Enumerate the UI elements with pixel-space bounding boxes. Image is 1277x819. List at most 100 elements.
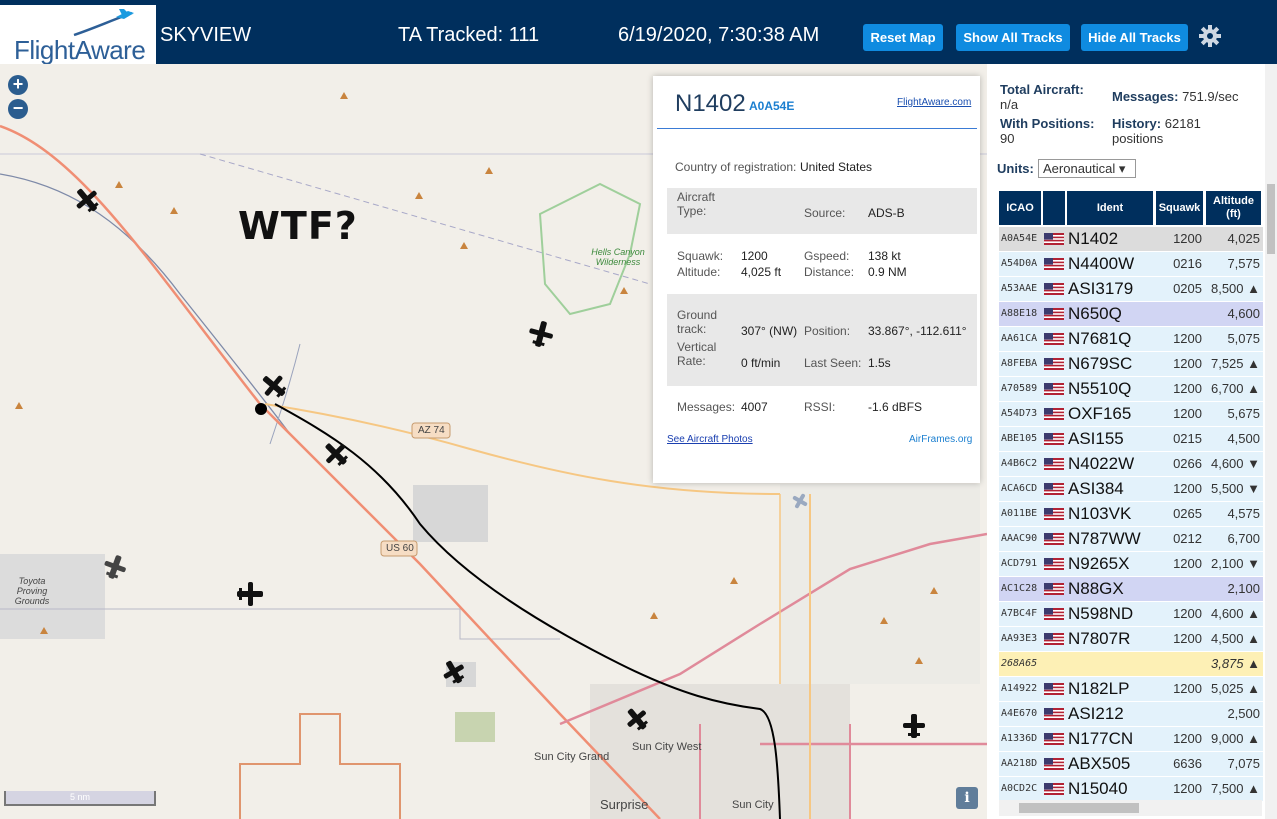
icao-cell: A011BE xyxy=(1001,508,1038,519)
aircraft-registration: N1402 xyxy=(675,90,746,117)
label-us60: US 60 xyxy=(386,543,414,554)
info-icon[interactable]: i xyxy=(956,787,978,809)
ident-cell: N4022W xyxy=(1068,454,1135,473)
icao-cell: A54D0A xyxy=(1001,258,1038,269)
table-row[interactable]: A54D73 OXF165 1200 5,675 xyxy=(999,402,1263,426)
messages-stat: Messages: 751.9/sec xyxy=(1112,89,1239,104)
icao-cell: ACD791 xyxy=(1001,558,1038,569)
altitude-cell: 7,075 xyxy=(1227,756,1260,771)
table-row[interactable]: ACD791 N9265X 1200 2,100 ▼ xyxy=(999,552,1263,576)
current-datetime: 6/19/2020, 7:30:38 AM xyxy=(618,24,820,46)
ident-cell: ASI155 xyxy=(1068,429,1124,448)
icao-cell: 268A65 xyxy=(1001,658,1038,669)
reset-map-button[interactable]: Reset Map xyxy=(863,24,943,51)
ident-cell: N787WW xyxy=(1068,529,1141,548)
altitude-cell: 7,575 xyxy=(1227,256,1260,271)
table-row[interactable]: A70589 N5510Q 1200 6,700 ▲ xyxy=(999,377,1263,401)
table-row[interactable]: A54D0A N4400W 0216 7,575 xyxy=(999,252,1263,276)
distance-value: 0.9 NM xyxy=(868,265,907,279)
table-row[interactable]: A0A54E N1402 1200 4,025 xyxy=(999,227,1263,251)
altitude-cell: 2,100 xyxy=(1227,581,1260,596)
us-flag-icon xyxy=(1044,433,1064,445)
table-row[interactable]: AA61CA N7681Q 1200 5,075 xyxy=(999,327,1263,351)
track-row: Ground track: 307° (NW) Position: 33.867… xyxy=(667,294,977,386)
squawk-cell: 0215 xyxy=(1173,431,1202,446)
table-row[interactable]: AA218D ABX505 6636 7,075 xyxy=(999,752,1263,776)
last-seen-value: 1.5s xyxy=(868,356,891,370)
messages-rate: 751.9/sec xyxy=(1182,89,1239,104)
table-row[interactable]: ACA6CD ASI384 1200 5,500 ▼ xyxy=(999,477,1263,501)
table-row[interactable]: 268A65 3,875 ▲ xyxy=(999,652,1263,676)
altitude-cell: 4,500 xyxy=(1227,431,1260,446)
squawk-cell: 1200 xyxy=(1173,731,1202,746)
squawk-cell: 1200 xyxy=(1173,381,1202,396)
table-row[interactable]: A4B6C2 N4022W 0266 4,600 ▼ xyxy=(999,452,1263,476)
history-stat: History: 62181 xyxy=(1112,116,1201,131)
col-flag xyxy=(1043,191,1065,225)
col-icao[interactable]: ICAO xyxy=(999,191,1041,225)
aircraft-photos-link[interactable]: See Aircraft Photos xyxy=(667,434,753,445)
distance-label: Distance: xyxy=(804,265,855,279)
us-flag-icon xyxy=(1044,608,1064,620)
altitude-cell: 2,500 xyxy=(1227,706,1260,721)
squawk-cell: 1200 xyxy=(1173,356,1202,371)
table-row[interactable]: AC1C28 N88GX 2,100 xyxy=(999,577,1263,601)
squawk-cell xyxy=(1157,702,1202,726)
altitude-cell: 4,600 ▼ xyxy=(1210,456,1260,471)
label-toyota: Toyota Proving Grounds xyxy=(14,576,50,606)
show-all-tracks-button[interactable]: Show All Tracks xyxy=(956,24,1070,51)
annotation-text: WTF? xyxy=(238,204,358,248)
messages-row: Messages: 4007 RSSI: -1.6 dBFS xyxy=(667,398,977,420)
col-squawk[interactable]: Squawk xyxy=(1156,191,1203,225)
squawk-cell: 0216 xyxy=(1173,256,1202,271)
table-row[interactable]: A53AAE ASI3179 0205 8,500 ▲ xyxy=(999,277,1263,301)
icao-cell: ACA6CD xyxy=(1001,483,1038,494)
ident-cell: N15040 xyxy=(1068,779,1128,798)
gear-icon[interactable] xyxy=(1198,24,1222,48)
table-row[interactable]: ABE105 ASI155 0215 4,500 xyxy=(999,427,1263,451)
table-row[interactable]: A8FEBA N679SC 1200 7,525 ▲ xyxy=(999,352,1263,376)
ident-cell: N679SC xyxy=(1068,354,1133,373)
ground-track-label: Ground track: xyxy=(677,308,718,336)
us-flag-icon xyxy=(1044,733,1064,745)
with-positions-value: 90 xyxy=(1000,131,1015,146)
flightaware-link[interactable]: FlightAware.com xyxy=(897,97,971,108)
zoom-out-button[interactable]: − xyxy=(8,99,28,119)
col-altitude[interactable]: Altitude (ft) xyxy=(1206,191,1261,225)
table-row[interactable]: A7BC4F N598ND 1200 4,600 ▲ xyxy=(999,602,1263,626)
type-row: Aircraft Type: Source: ADS-B xyxy=(667,188,977,234)
altitude-cell: 4,600 xyxy=(1227,306,1260,321)
table-row[interactable]: A14922 N182LP 1200 5,025 ▲ xyxy=(999,677,1263,701)
horizontal-scrollbar[interactable] xyxy=(999,800,1262,816)
us-flag-icon xyxy=(1044,758,1064,770)
airframes-link[interactable]: AirFrames.org xyxy=(909,434,972,445)
table-row[interactable]: AA93E3 N7807R 1200 4,500 ▲ xyxy=(999,627,1263,651)
hide-all-tracks-button[interactable]: Hide All Tracks xyxy=(1081,24,1188,51)
altitude-cell: 6,700 xyxy=(1227,531,1260,546)
table-row[interactable]: A4E670 ASI212 2,500 xyxy=(999,702,1263,726)
icao-cell: A54D73 xyxy=(1001,408,1038,419)
total-aircraft-value: n/a xyxy=(1000,97,1019,112)
table-row[interactable]: A88E18 N650Q 4,600 xyxy=(999,302,1263,326)
table-row[interactable]: A011BE N103VK 0265 4,575 xyxy=(999,502,1263,526)
table-row[interactable]: A0CD2C N15040 1200 7,500 ▲ xyxy=(999,777,1263,801)
us-flag-icon xyxy=(1044,333,1064,345)
icao-cell: AAAC90 xyxy=(1001,533,1038,544)
vertical-scrollbar[interactable] xyxy=(1265,64,1277,819)
altitude-cell: 5,025 ▲ xyxy=(1210,681,1260,696)
squawk-cell: 1200 xyxy=(1173,481,1202,496)
tracked-count: TA Tracked: 111 xyxy=(398,24,540,46)
table-row[interactable]: AAAC90 N787WW 0212 6,700 xyxy=(999,527,1263,551)
zoom-in-button[interactable]: + xyxy=(8,75,28,95)
flightaware-logo[interactable]: FlightAware xyxy=(0,5,156,65)
squawk-cell: 1200 xyxy=(1173,331,1202,346)
units-select[interactable]: Aeronautical ▾ xyxy=(1038,159,1136,178)
squawk-cell: 1200 xyxy=(1173,606,1202,621)
table-row[interactable]: A1336D N177CN 1200 9,000 ▲ xyxy=(999,727,1263,751)
scroll-thumb[interactable] xyxy=(1019,803,1139,813)
scale-bar: 5 nm xyxy=(4,791,156,806)
icao-cell: A88E18 xyxy=(1001,308,1038,319)
us-flag-icon xyxy=(1044,533,1064,545)
col-ident[interactable]: Ident xyxy=(1067,191,1153,225)
scroll-thumb[interactable] xyxy=(1267,184,1275,254)
